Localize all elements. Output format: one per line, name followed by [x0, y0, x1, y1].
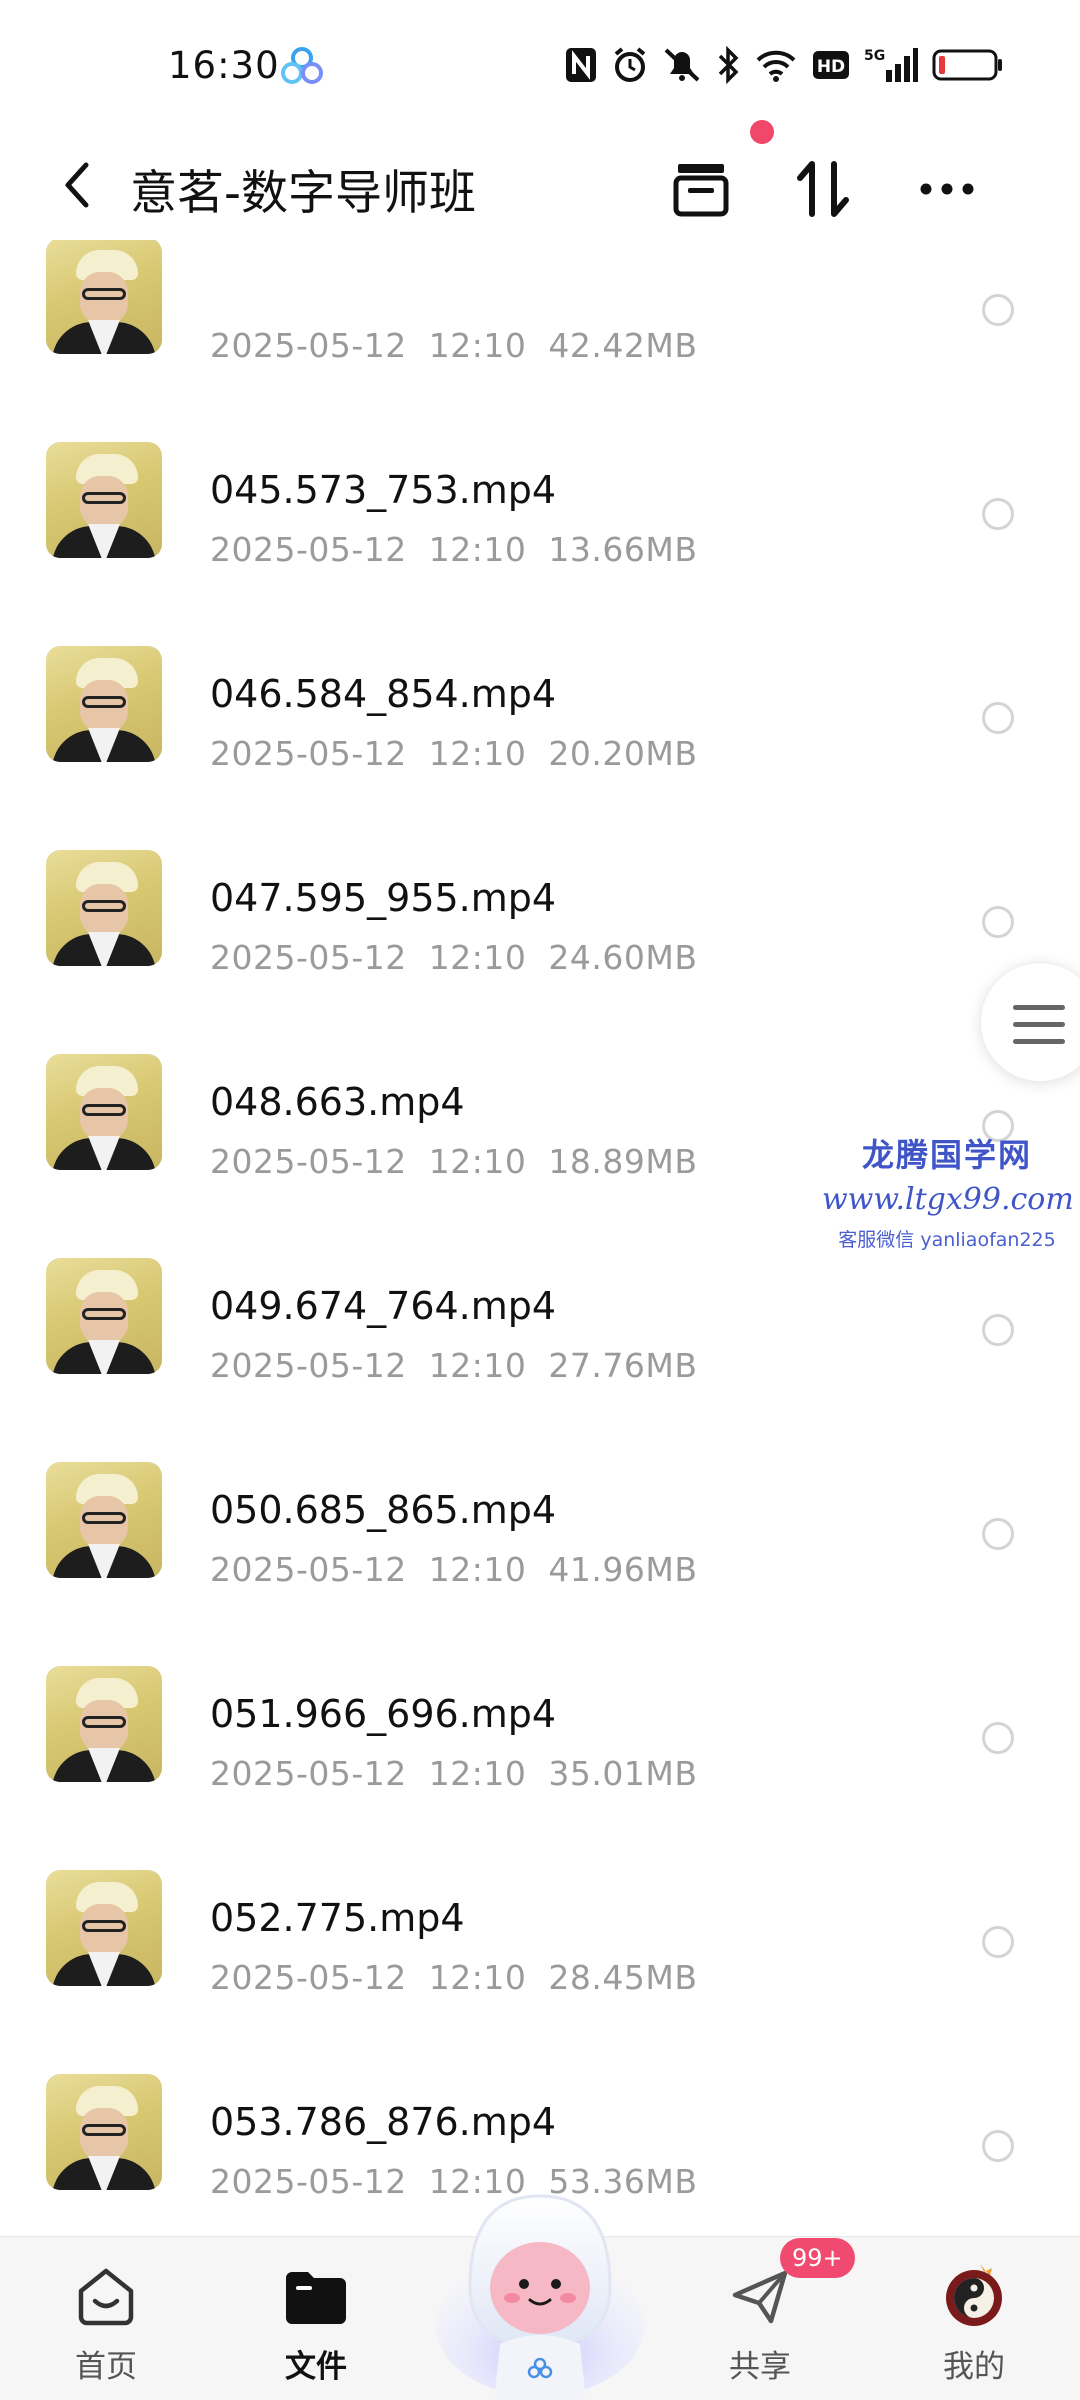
wifi-icon	[754, 46, 798, 84]
file-name: 052.775.mp4	[210, 1896, 465, 1940]
archive-icon	[673, 164, 729, 217]
video-thumbnail	[46, 442, 162, 558]
list-item[interactable]: 046.584_854.mp4 2025-05-12 12:10 20.20MB	[0, 610, 1080, 814]
folder-icon	[281, 2261, 351, 2331]
cloud-app-icon	[280, 46, 324, 86]
back-button[interactable]	[46, 152, 106, 218]
svg-text:HD: HD	[817, 57, 845, 77]
status-time: 16:30	[168, 44, 280, 87]
mute-icon	[662, 46, 702, 84]
nav-share[interactable]: 共享	[690, 2261, 830, 2386]
file-meta: 2025-05-12 12:10 35.01MB	[210, 1754, 698, 1793]
assistant-mascot-button[interactable]	[430, 2176, 650, 2400]
hd-icon: HD	[812, 48, 850, 82]
select-radio[interactable]	[982, 1926, 1014, 1958]
list-item[interactable]: 047.595_955.mp4 2025-05-12 12:10 24.60MB	[0, 814, 1080, 1018]
file-meta: 2025-05-12 12:10 24.60MB	[210, 938, 698, 977]
file-meta: 2025-05-12 12:10 41.96MB	[210, 1550, 698, 1589]
list-item[interactable]: 052.775.mp4 2025-05-12 12:10 28.45MB	[0, 1834, 1080, 2038]
5g-signal-icon: 5G	[864, 46, 918, 84]
battery-icon	[932, 48, 1004, 82]
menu-icon	[1013, 1005, 1065, 1056]
select-radio[interactable]	[982, 1518, 1014, 1550]
select-radio[interactable]	[982, 702, 1014, 734]
nav-share-label: 共享	[729, 2349, 791, 2385]
file-meta: 2025-05-12 12:10 42.42MB	[210, 326, 698, 365]
sort-icon	[797, 161, 849, 217]
more-icon	[920, 183, 974, 195]
file-meta: 2025-05-12 12:10 27.76MB	[210, 1346, 698, 1385]
file-name: 053.786_876.mp4	[210, 2100, 557, 2144]
nav-mine-label: 我的	[943, 2349, 1005, 2385]
video-thumbnail	[46, 1666, 162, 1782]
list-item[interactable]: 050.685_865.mp4 2025-05-12 12:10 41.96MB	[0, 1426, 1080, 1630]
more-button[interactable]	[904, 146, 990, 232]
nav-home[interactable]: 首页	[36, 2261, 176, 2386]
archive-button[interactable]	[658, 146, 744, 232]
bluetooth-icon	[716, 46, 740, 84]
nav-files-label: 文件	[285, 2349, 347, 2385]
mascot-icon	[436, 2194, 644, 2400]
list-item[interactable]: 2025-05-12 12:10 42.42MB	[0, 240, 1080, 406]
file-meta: 2025-05-12 12:10 13.66MB	[210, 530, 698, 569]
watermark-contact: 客服微信 yanliaofan225	[838, 1229, 1056, 1251]
file-name: 045.573_753.mp4	[210, 468, 557, 512]
list-item[interactable]: 049.674_764.mp4 2025-05-12 12:10 27.76MB	[0, 1222, 1080, 1426]
status-bar: 16:30 HD 5G	[0, 0, 1080, 130]
video-thumbnail	[46, 1462, 162, 1578]
video-thumbnail	[46, 850, 162, 966]
select-radio[interactable]	[982, 1722, 1014, 1754]
select-radio[interactable]	[982, 1314, 1014, 1346]
svg-text:5G: 5G	[864, 48, 885, 64]
video-thumbnail	[46, 1258, 162, 1374]
chevron-left-icon	[65, 162, 89, 208]
file-name: 049.674_764.mp4	[210, 1284, 557, 1328]
video-thumbnail	[46, 240, 162, 354]
file-meta: 2025-05-12 12:10 20.20MB	[210, 734, 698, 773]
select-radio[interactable]	[982, 294, 1014, 326]
watermark-url: www.ltgx99.com	[822, 1182, 1074, 1217]
video-thumbnail	[46, 646, 162, 762]
file-name: 050.685_865.mp4	[210, 1488, 557, 1532]
list-item[interactable]: 045.573_753.mp4 2025-05-12 12:10 13.66MB	[0, 406, 1080, 610]
nav-home-label: 首页	[75, 2349, 137, 2385]
sort-button[interactable]	[780, 146, 866, 232]
list-item[interactable]: 051.966_696.mp4 2025-05-12 12:10 35.01MB	[0, 1630, 1080, 1834]
select-radio[interactable]	[982, 498, 1014, 530]
watermark-name: 龙腾国学网	[861, 1136, 1032, 1174]
file-meta: 2025-05-12 12:10 18.89MB	[210, 1142, 698, 1181]
nfc-icon	[564, 46, 598, 84]
video-thumbnail	[46, 1054, 162, 1170]
status-icons: HD 5G	[564, 46, 1004, 84]
select-radio[interactable]	[982, 906, 1014, 938]
header: 意茗-数字导师班	[0, 130, 1080, 240]
screen: 16:30 HD 5G 意茗-数字导师班 2025-05-12 12:10 42…	[0, 0, 1080, 2400]
file-name: 048.663.mp4	[210, 1080, 465, 1124]
avatar-icon	[939, 2261, 1009, 2331]
video-thumbnail	[46, 1870, 162, 1986]
notification-dot	[750, 120, 774, 144]
file-meta: 2025-05-12 12:10 28.45MB	[210, 1958, 698, 1997]
nav-mine[interactable]: 我的	[904, 2261, 1044, 2386]
alarm-icon	[612, 46, 648, 84]
home-icon	[71, 2261, 141, 2331]
nav-files[interactable]: 文件	[246, 2261, 386, 2386]
share-count-badge: 99+	[780, 2238, 855, 2278]
file-name: 051.966_696.mp4	[210, 1692, 557, 1736]
select-radio[interactable]	[982, 2130, 1014, 2162]
page-title: 意茗-数字导师班	[130, 166, 476, 221]
video-thumbnail	[46, 2074, 162, 2190]
file-name: 046.584_854.mp4	[210, 672, 557, 716]
file-name: 047.595_955.mp4	[210, 876, 557, 920]
watermark: 龙腾国学网 www.ltgx99.com 客服微信 yanliaofan225	[822, 1130, 1074, 1252]
